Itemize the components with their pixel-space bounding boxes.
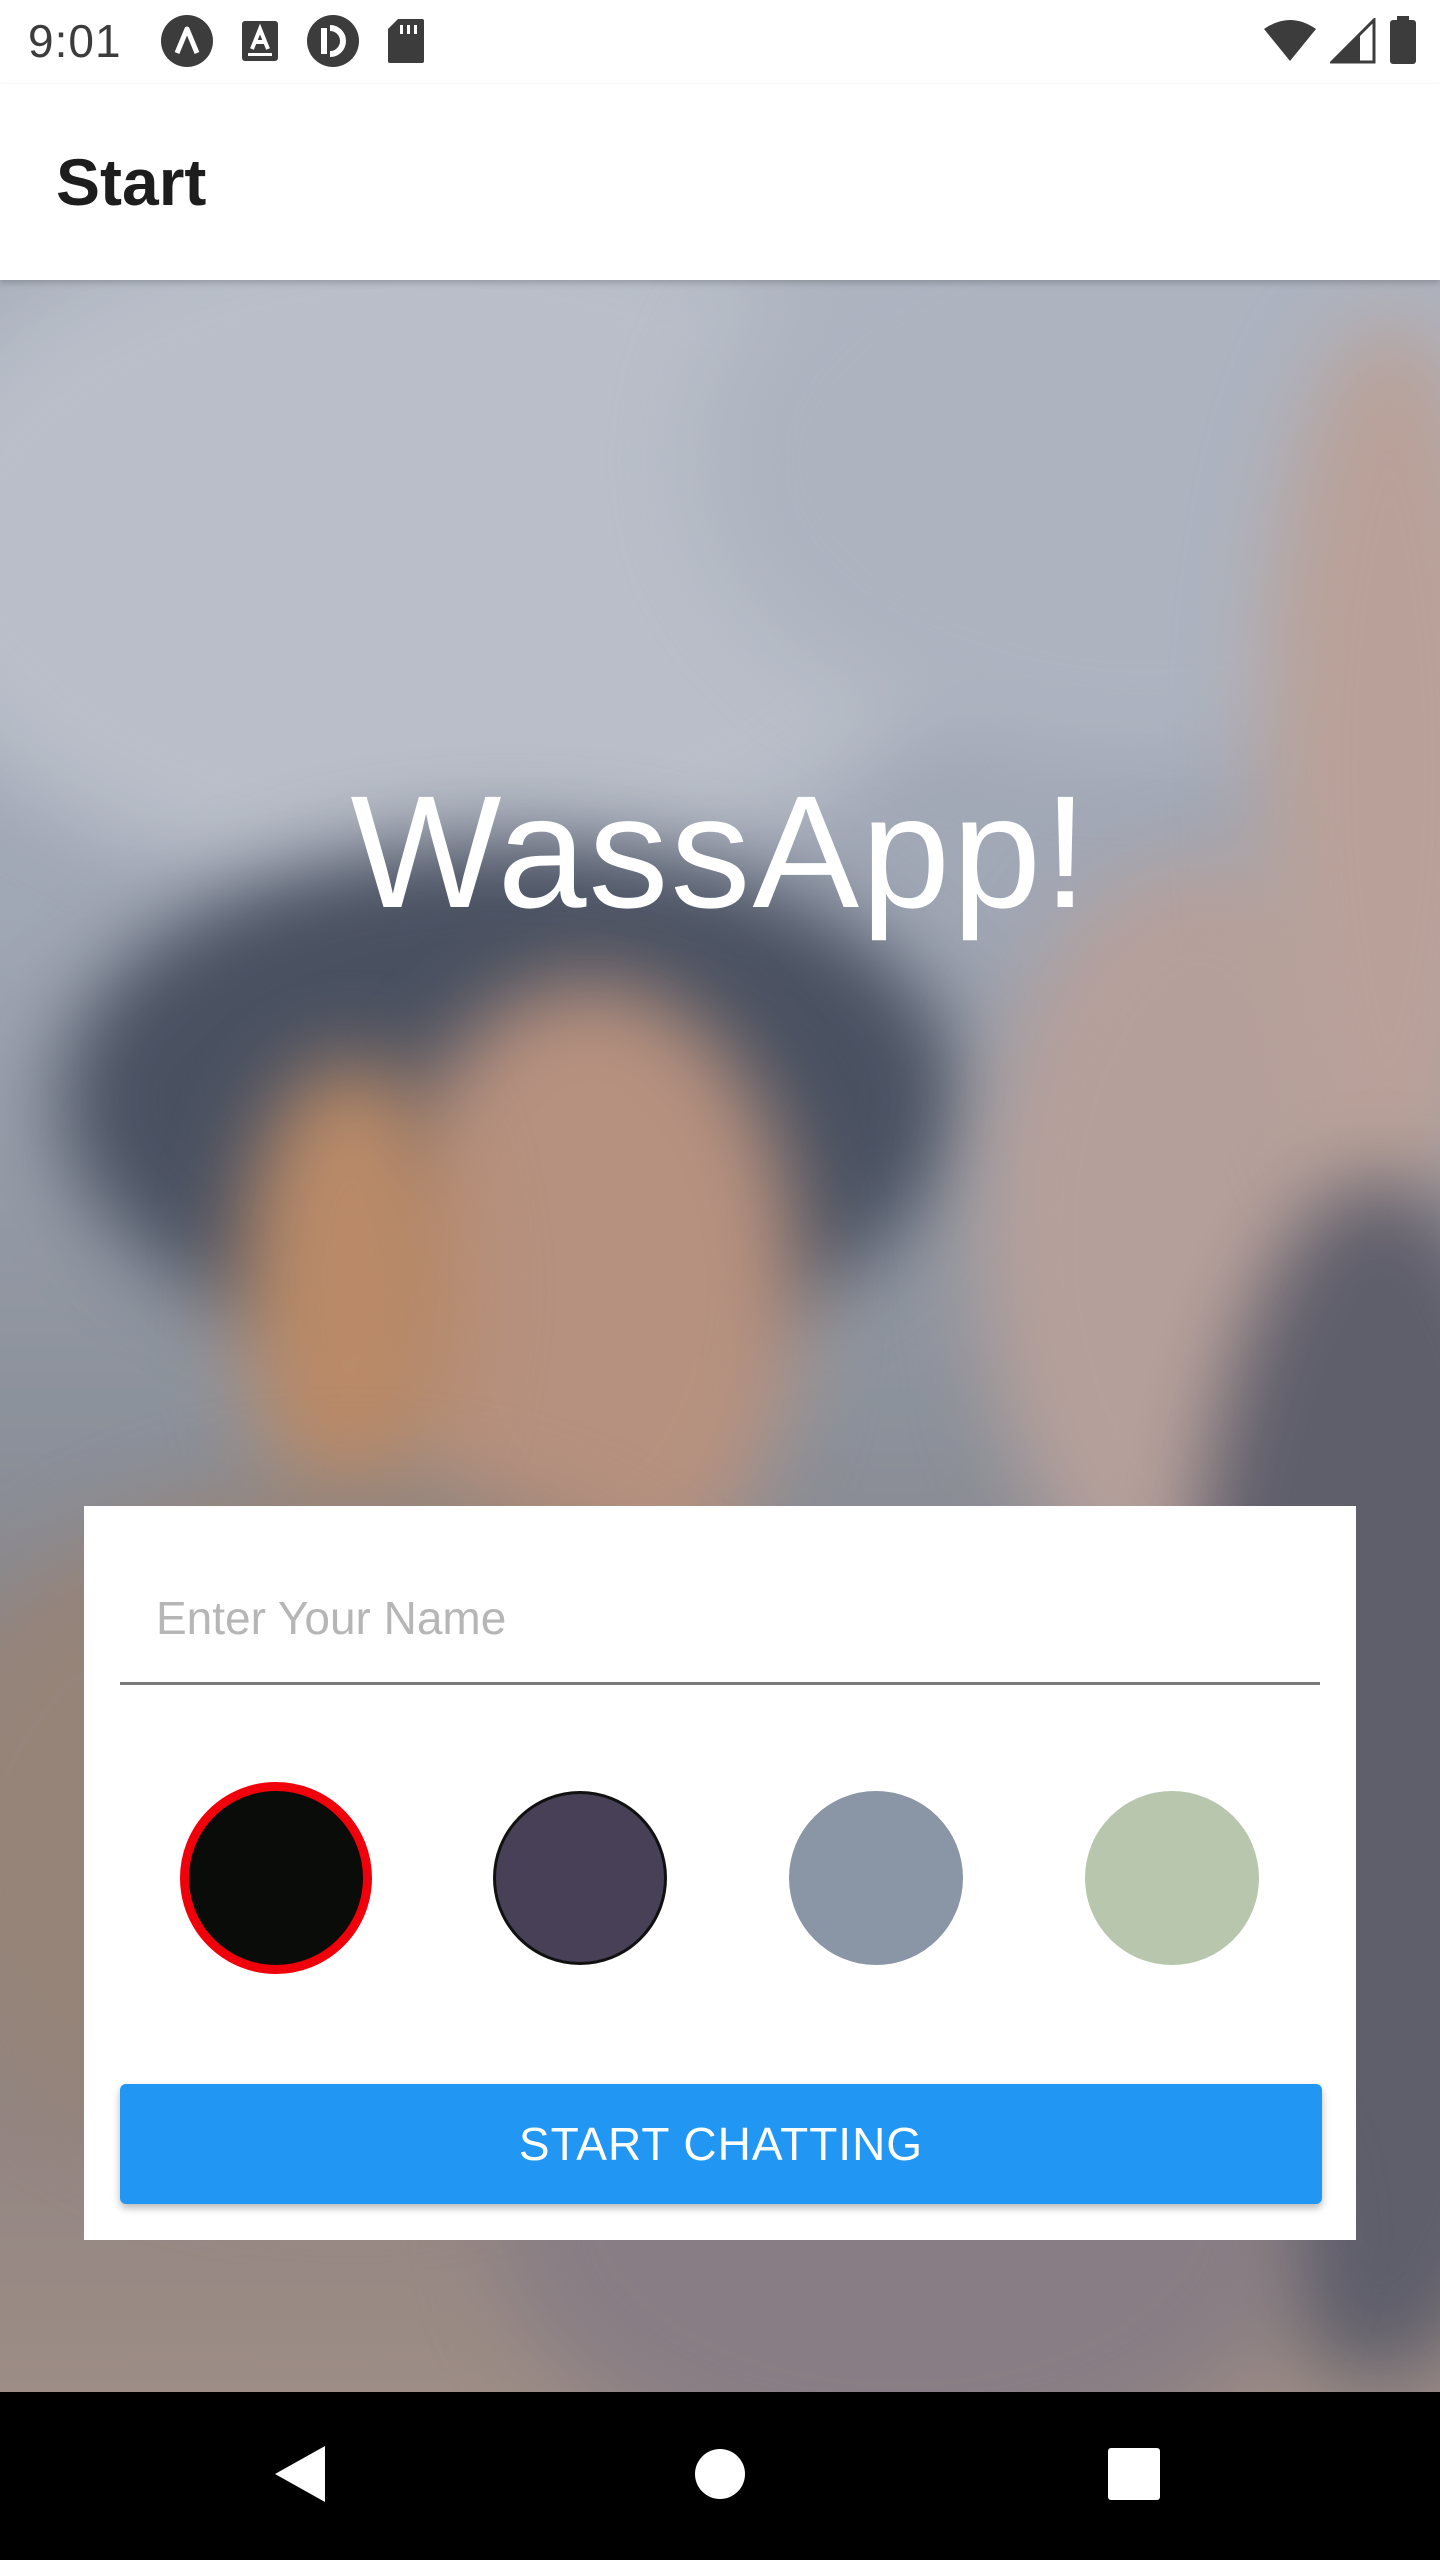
sd-card-icon	[386, 17, 426, 65]
back-button[interactable]	[216, 2392, 384, 2560]
recents-button[interactable]	[1050, 2392, 1218, 2560]
home-button[interactable]	[636, 2392, 804, 2560]
pocket-casts-icon	[306, 14, 360, 68]
wifi-icon	[1262, 19, 1318, 63]
system-icons	[1262, 16, 1418, 66]
start-chatting-button[interactable]: START CHATTING	[120, 2084, 1322, 2204]
recents-icon	[1107, 2447, 1161, 2506]
cellular-signal-icon	[1330, 18, 1376, 64]
notification-icons	[160, 14, 426, 68]
color-swatch-black[interactable]	[180, 1782, 372, 1974]
back-icon	[273, 2444, 327, 2509]
keyboard-a-icon	[240, 19, 280, 63]
home-icon	[694, 2448, 746, 2505]
status-time: 9:01	[28, 15, 122, 67]
start-form-card: START CHATTING	[84, 1506, 1356, 2240]
status-bar: 9:01	[0, 0, 1440, 84]
navigation-bar	[0, 2392, 1440, 2560]
app-name-title: WassApp!	[350, 762, 1090, 941]
name-field[interactable]	[120, 1554, 1320, 1685]
app-bar: Start	[0, 84, 1440, 280]
background-color-picker	[84, 1782, 1356, 1982]
start-screen: 9:01 Start WassApp! Enter Your Name STAR…	[0, 0, 1440, 2560]
color-swatch-sage-green[interactable]	[1085, 1791, 1259, 1965]
name-input[interactable]	[120, 1554, 1320, 1682]
color-swatch-gray-blue[interactable]	[789, 1791, 963, 1965]
app-a-icon	[160, 14, 214, 68]
page-title: Start	[56, 145, 207, 219]
battery-icon	[1388, 16, 1418, 66]
color-swatch-purple[interactable]	[493, 1791, 667, 1965]
